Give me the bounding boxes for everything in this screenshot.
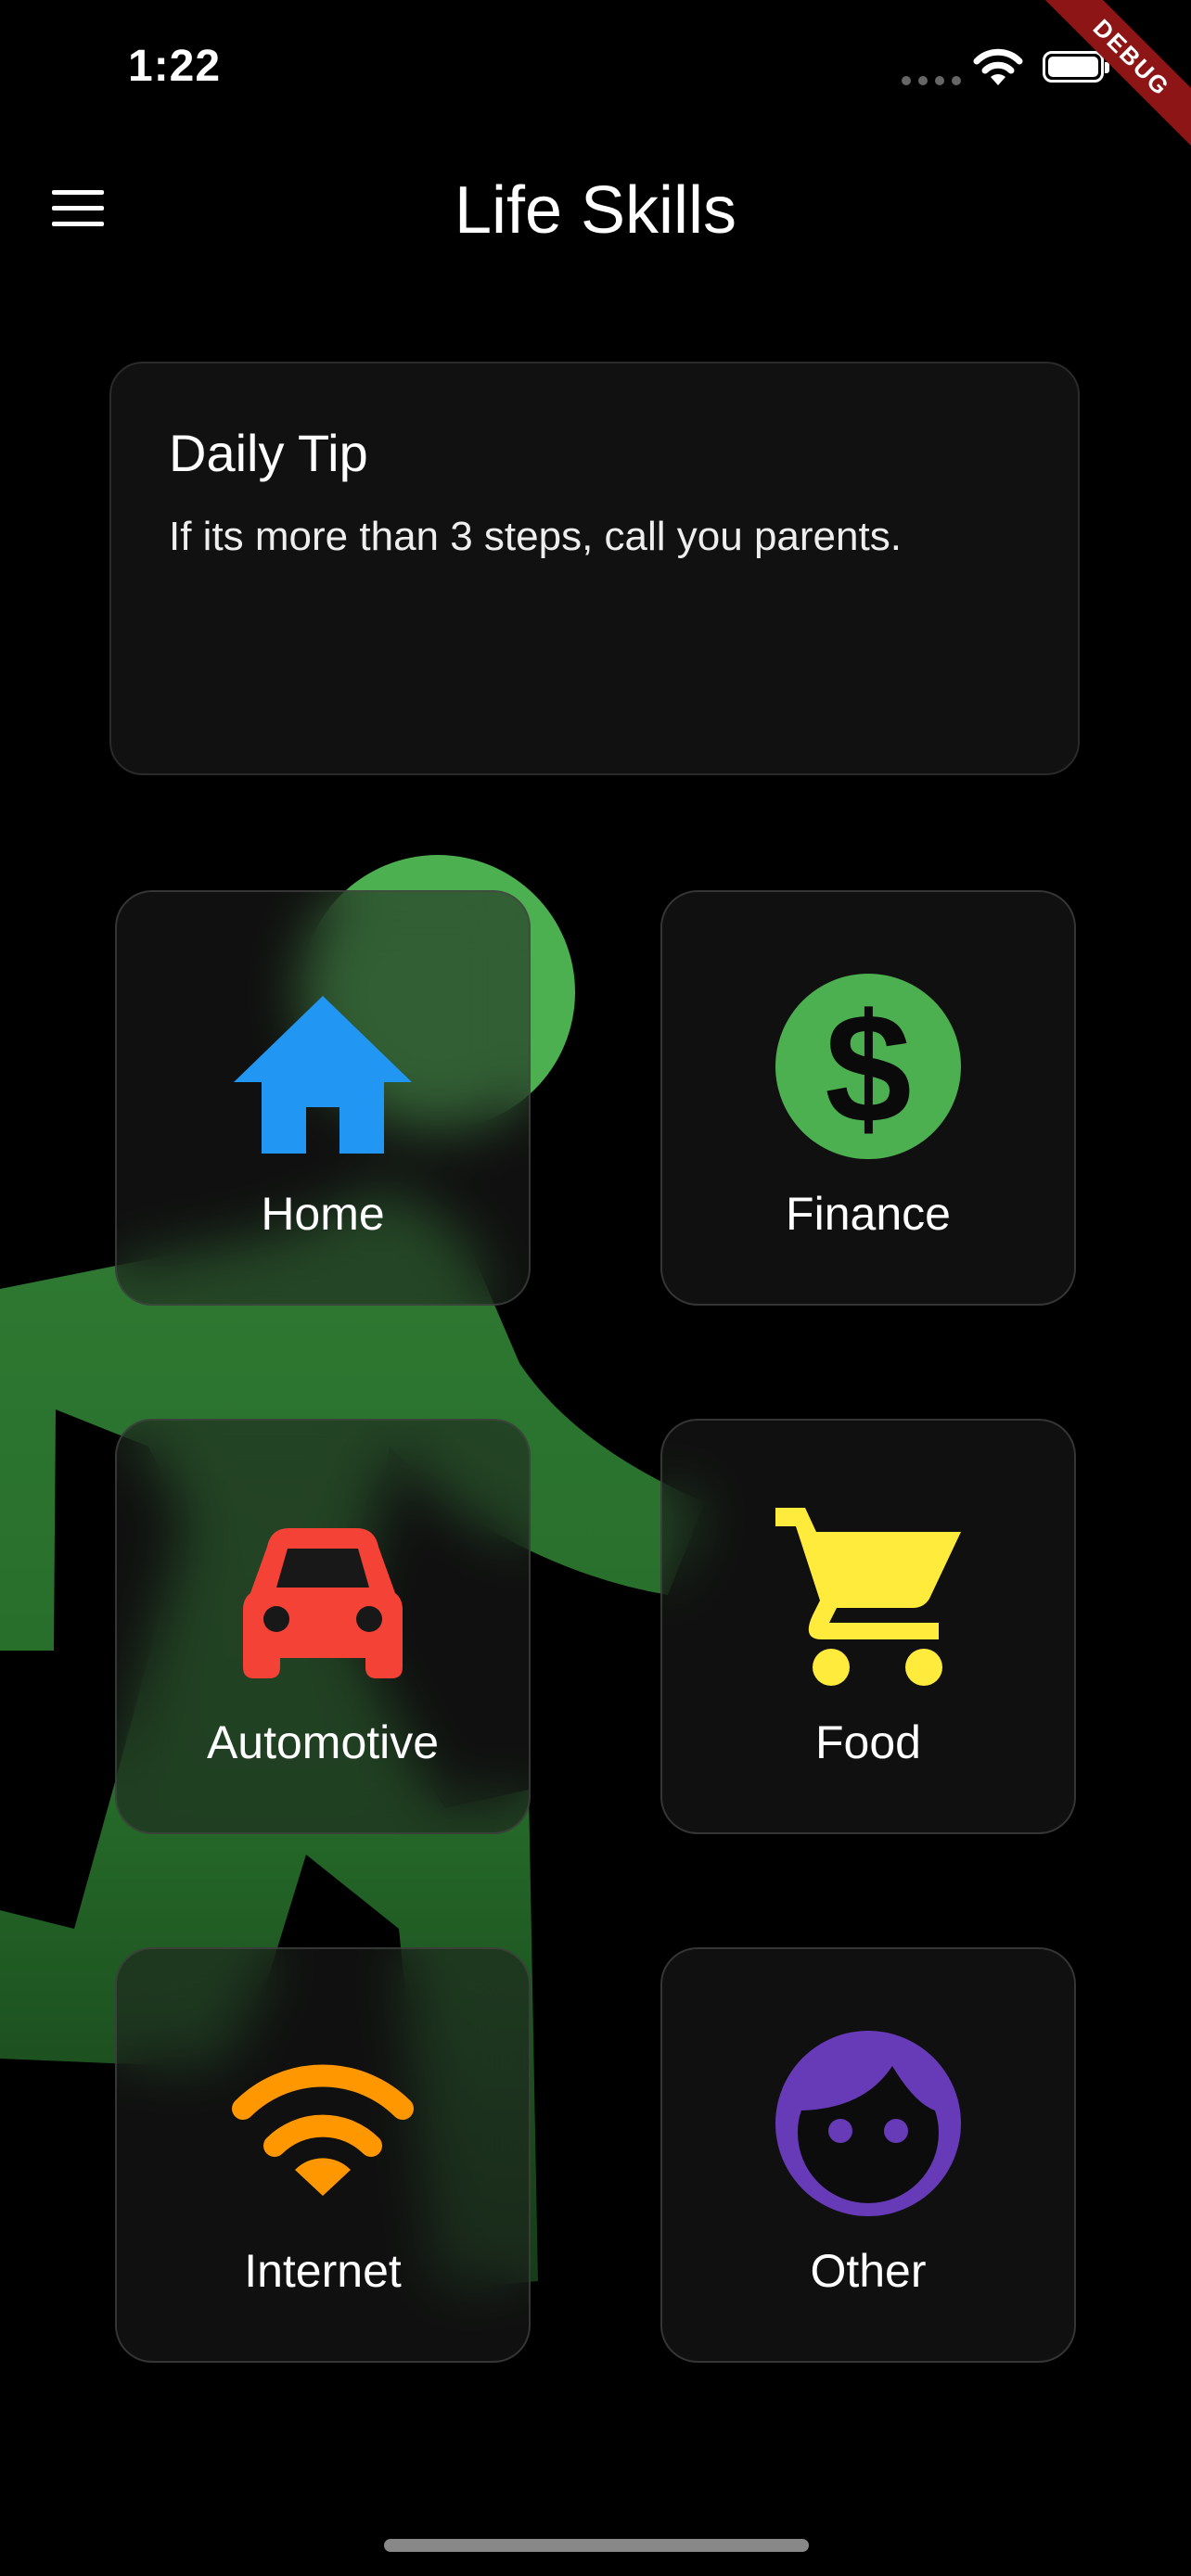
svg-text:$: $ bbox=[825, 981, 911, 1155]
category-finance-button[interactable]: $ Finance bbox=[660, 890, 1076, 1306]
category-label: Finance bbox=[786, 1188, 951, 1240]
daily-tip-text: If its more than 3 steps, call you paren… bbox=[169, 514, 902, 559]
daily-tip-title: Daily Tip bbox=[169, 424, 368, 482]
debug-banner: DEBUG bbox=[1024, 0, 1191, 167]
category-automotive-button[interactable]: Automotive bbox=[115, 1419, 531, 1834]
car-icon bbox=[243, 1528, 403, 1678]
category-label: Other bbox=[810, 2245, 927, 2297]
home-indicator[interactable] bbox=[384, 2539, 809, 2552]
daily-tip-card: Daily Tip If its more than 3 steps, call… bbox=[109, 362, 1080, 775]
page-title: Life Skills bbox=[454, 173, 737, 248]
face-icon bbox=[775, 2031, 961, 2216]
category-other-button[interactable]: Other bbox=[660, 1947, 1076, 2363]
category-internet-button[interactable]: Internet bbox=[115, 1947, 531, 2363]
wifi-status-icon bbox=[973, 48, 1023, 85]
debug-label: DEBUG bbox=[1024, 0, 1191, 167]
category-label: Automotive bbox=[206, 1716, 440, 1768]
category-food-button[interactable]: Food bbox=[660, 1419, 1076, 1834]
dollar-circle-icon: $ bbox=[775, 974, 961, 1159]
cellular-signal-icon bbox=[902, 76, 961, 85]
category-label: Home bbox=[261, 1188, 385, 1240]
house-icon bbox=[234, 996, 412, 1154]
category-label: Food bbox=[815, 1716, 921, 1768]
wifi-icon bbox=[232, 2064, 414, 2196]
category-home-button[interactable]: Home bbox=[115, 890, 531, 1306]
shopping-cart-icon bbox=[775, 1508, 961, 1686]
status-time: 1:22 bbox=[128, 42, 222, 91]
category-label: Internet bbox=[244, 2245, 402, 2297]
